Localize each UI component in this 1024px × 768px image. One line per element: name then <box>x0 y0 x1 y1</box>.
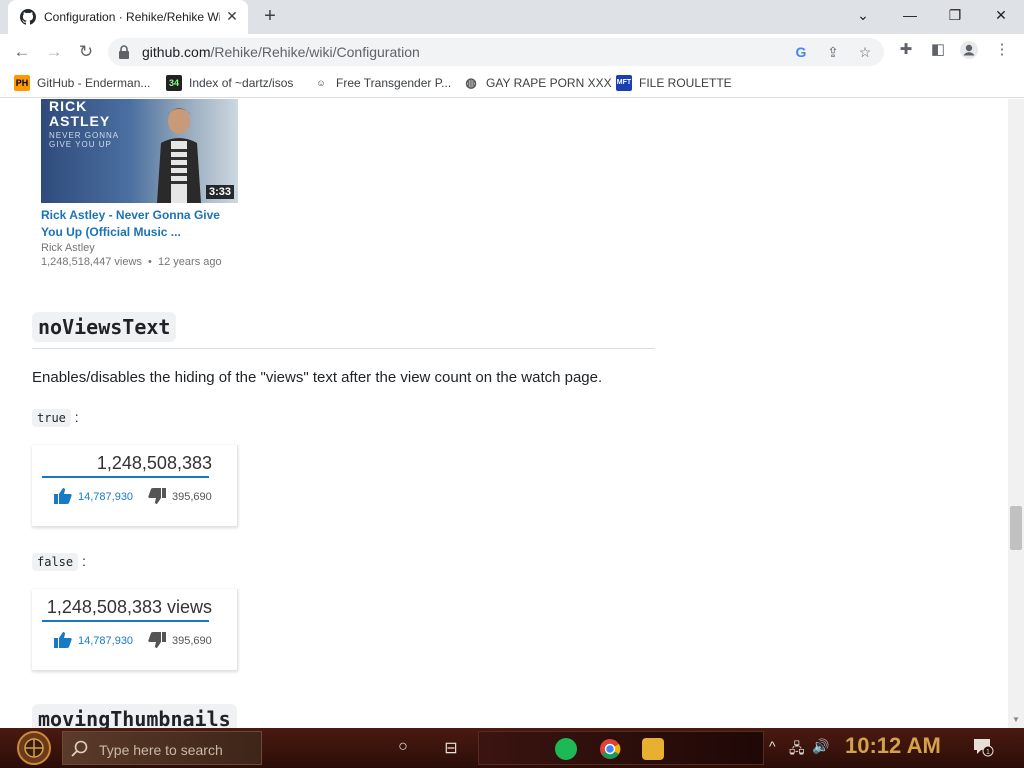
like-ratio-bar <box>42 620 209 622</box>
start-button-icon[interactable] <box>8 730 60 766</box>
github-icon <box>20 9 36 25</box>
close-window-button[interactable]: ✕ <box>986 4 1016 28</box>
bookmark-item[interactable]: ◍ GAY RAPE PORN XXX <box>463 75 611 93</box>
section-heading: movingThumbnails <box>32 704 237 728</box>
dislike-count: 395,690 <box>172 635 212 647</box>
tab-title: Configuration · Rehike/Rehike Wiki <box>44 10 220 24</box>
bookmarks-bar: PH GitHub - Enderman... 34 Index of ~dartz… <box>0 70 1024 98</box>
like-ratio-bar <box>42 476 209 478</box>
address-bar[interactable]: github.com/Rehike/Rehike/wiki/Configurat… <box>108 38 884 66</box>
spotify-icon[interactable] <box>555 738 577 760</box>
singer-figure <box>157 108 201 203</box>
google-lens-icon[interactable]: G <box>792 43 810 61</box>
page-scrollbar[interactable]: ▼ <box>1008 99 1024 728</box>
section-description: Enables/disables the hiding of the "view… <box>32 369 603 386</box>
back-button[interactable]: ← <box>10 40 34 64</box>
file-explorer-icon[interactable] <box>642 738 664 760</box>
view-count-box-false: 1,248,508,383 views 14,787,930 395,690 <box>32 589 238 671</box>
thumbnail-title: RICK ASTLEY <box>49 99 111 129</box>
thumbs-up-icon[interactable] <box>54 488 72 504</box>
lock-icon <box>119 45 129 59</box>
bookmark-item[interactable]: ☺ Free Transgender P... <box>313 75 451 93</box>
globe-icon: ◍ <box>465 75 477 90</box>
thumbs-up-icon[interactable] <box>54 632 72 648</box>
bookmark-item[interactable]: MFT FILE ROULETTE <box>616 75 732 93</box>
ph-icon: PH <box>14 75 30 91</box>
thumbs-down-icon[interactable] <box>148 632 166 648</box>
scrollbar-thumb[interactable] <box>1010 506 1022 550</box>
windows-taskbar: Type here to search ○ ⊟ ^ 🖧 🔊 10:12 AM 1 <box>0 728 1024 768</box>
mask-icon: ☺ <box>316 78 326 88</box>
like-count: 14,787,930 <box>78 635 134 647</box>
volume-icon[interactable]: 🔊 <box>812 738 829 755</box>
share-icon[interactable]: ⇪ <box>824 43 842 61</box>
heading-rule <box>32 348 655 349</box>
extensions-icon[interactable]: ✚ <box>896 40 916 60</box>
notification-center-icon[interactable]: 1 <box>972 737 994 757</box>
side-panel-icon[interactable]: ◧ <box>928 40 948 60</box>
like-count: 14,787,930 <box>78 491 134 503</box>
scroll-down-arrow-icon[interactable]: ▼ <box>1012 715 1020 724</box>
show-hidden-icons[interactable]: ^ <box>769 738 776 754</box>
close-tab-icon[interactable]: ✕ <box>224 8 240 24</box>
menu-kebab-icon[interactable]: ⋮ <box>992 40 1012 60</box>
mft-icon: MFT <box>616 75 632 91</box>
video-duration: 3:33 <box>205 185 234 199</box>
minimize-button[interactable]: — <box>895 4 925 28</box>
taskbar-clock[interactable]: 10:12 AM <box>845 733 941 759</box>
browser-toolbar: ← → ↻ github.com/Rehike/Rehike/wiki/Conf… <box>0 34 1024 70</box>
forward-button[interactable]: → <box>42 40 66 64</box>
video-title-link[interactable]: Rick Astley - Never Gonna Give You Up (O… <box>41 207 223 241</box>
search-placeholder: Type here to search <box>99 742 223 758</box>
tab-strip: Configuration · Rehike/Rehike Wiki ✕ + ⌄… <box>0 0 1024 34</box>
url-text: github.com/Rehike/Rehike/wiki/Configurat… <box>142 44 420 60</box>
false-label: false : <box>32 553 86 571</box>
section-heading: noViewsText <box>32 312 177 342</box>
profile-avatar-icon[interactable] <box>959 40 979 60</box>
bookmark-star-icon[interactable]: ☆ <box>856 43 874 61</box>
view-count: 1,248,508,383 views <box>46 597 212 617</box>
network-icon[interactable]: 🖧 <box>789 738 805 762</box>
34-icon: 34 <box>166 75 182 91</box>
page-content: RICK ASTLEY NEVER GONNA GIVE YOU UP 3:33… <box>0 99 1008 728</box>
dislike-count: 395,690 <box>172 491 212 503</box>
reload-button[interactable]: ↻ <box>74 40 98 64</box>
svg-text:1: 1 <box>986 749 990 756</box>
taskbar-search-box[interactable]: Type here to search <box>62 731 262 765</box>
task-view-icon[interactable]: ⊟ <box>441 738 461 758</box>
tab-search-icon[interactable]: ⌄ <box>848 4 878 28</box>
bookmark-item[interactable]: PH GitHub - Enderman... <box>14 75 150 93</box>
true-label: true : <box>32 409 79 427</box>
chrome-icon[interactable] <box>599 738 621 760</box>
view-count-box-true: 1,248,508,383 14,787,930 395,690 <box>32 445 238 527</box>
browser-tab[interactable]: Configuration · Rehike/Rehike Wiki ✕ <box>8 0 248 34</box>
video-meta: 1,248,518,447 views • 12 years ago <box>41 256 222 268</box>
search-icon <box>71 740 88 757</box>
thumbnail-subtitle: NEVER GONNA GIVE YOU UP <box>49 131 120 149</box>
restore-button[interactable]: ❐ <box>940 4 970 28</box>
pinned-apps <box>478 731 764 765</box>
bookmark-item[interactable]: 34 Index of ~dartz/isos <box>166 75 293 93</box>
thumbs-down-icon[interactable] <box>148 488 166 504</box>
view-count: 1,248,508,383 <box>96 453 212 473</box>
video-channel[interactable]: Rick Astley <box>41 242 95 254</box>
video-thumbnail[interactable]: RICK ASTLEY NEVER GONNA GIVE YOU UP 3:33 <box>41 99 238 203</box>
new-tab-button[interactable]: + <box>259 6 281 28</box>
cortana-icon[interactable]: ○ <box>393 738 413 756</box>
